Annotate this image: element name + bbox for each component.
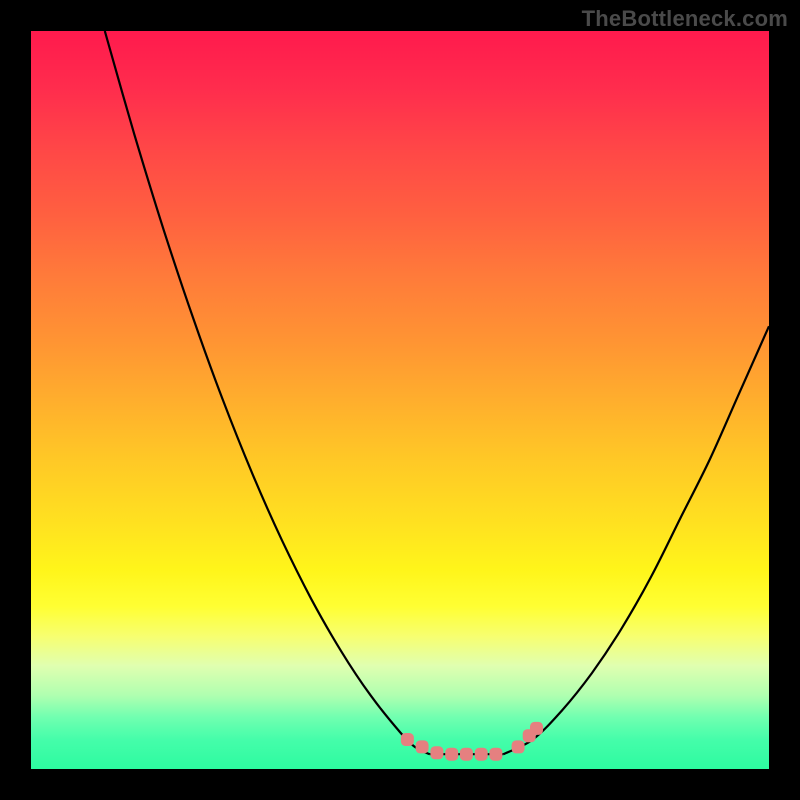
marker-left-cluster-1 (401, 733, 414, 746)
left-curve (105, 31, 430, 754)
watermark-text: TheBottleneck.com (582, 6, 788, 32)
chart-markers (401, 722, 543, 761)
chart-plot-area (31, 31, 769, 769)
marker-left-cluster-3 (430, 746, 443, 759)
marker-bottom-4 (489, 748, 502, 761)
marker-bottom-3 (475, 748, 488, 761)
marker-bottom-2 (460, 748, 473, 761)
right-curve (503, 326, 769, 754)
marker-bottom-1 (445, 748, 458, 761)
marker-right-cluster-1 (512, 740, 525, 753)
marker-left-cluster-2 (416, 740, 429, 753)
chart-svg (31, 31, 769, 769)
marker-right-cluster-3 (530, 722, 543, 735)
